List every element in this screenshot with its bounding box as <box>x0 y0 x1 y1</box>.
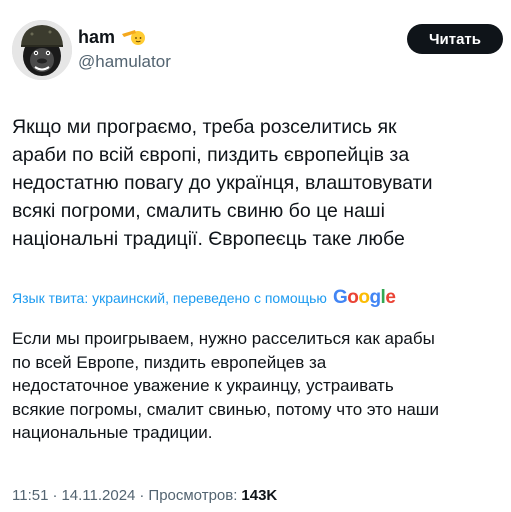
tweet-meta: 11:51 · 14.11.2024 · Просмотров: 143K <box>12 485 277 505</box>
follow-button[interactable]: Читать <box>407 24 503 54</box>
handle[interactable]: @hamulator <box>78 52 171 72</box>
tweet-header: ham @hamulator Читать <box>12 20 503 84</box>
gorilla-avatar-icon <box>12 20 72 80</box>
translation-attribution[interactable]: Язык твита: украинский, переведено с пом… <box>12 287 396 309</box>
views-count[interactable]: 143K <box>241 487 277 504</box>
tweet-time[interactable]: 11:51 <box>12 487 48 504</box>
meta-separator: · <box>52 486 58 504</box>
tweet-date[interactable]: 14.11.2024 <box>61 487 135 504</box>
translation-label[interactable]: Язык твита: украинский, переведено с пом… <box>12 290 327 306</box>
avatar[interactable] <box>12 20 72 80</box>
author-info: ham @hamulator <box>78 26 171 72</box>
tweet-text: Якщо ми програємо, треба розселитись як … <box>12 116 433 250</box>
translated-text: Если мы проигрываем, нужно расселиться к… <box>12 329 439 442</box>
meta-separator: · <box>139 486 145 504</box>
name-row: ham <box>78 26 171 48</box>
views-label: Просмотров: <box>148 486 238 504</box>
display-name[interactable]: ham <box>78 27 115 48</box>
tweet: ham @hamulator Читать Якщо ми програємо,… <box>0 0 511 512</box>
saluting-face-emoji-icon <box>121 28 147 46</box>
google-logo-icon: Google <box>332 287 396 308</box>
